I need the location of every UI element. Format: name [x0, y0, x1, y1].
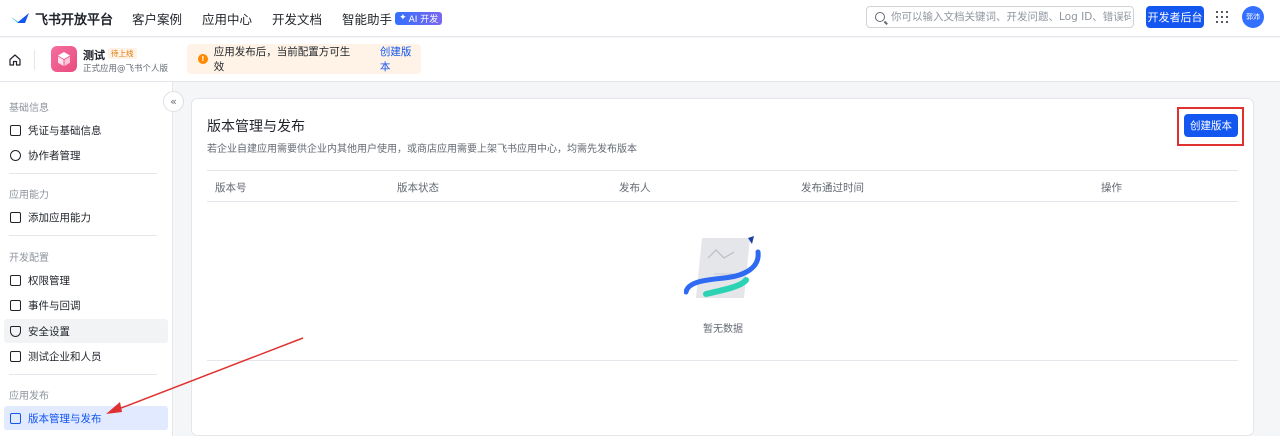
ai-badge-label: AI 开发 — [408, 14, 439, 25]
publish-notice: ! 应用发布后，当前配置方可生效 创建版本 — [187, 44, 421, 74]
divider — [9, 374, 157, 375]
table-bottom-border — [207, 360, 1238, 361]
nav-link-ai-assistant[interactable]: 智能助手 ✦ AI 开发 — [342, 9, 443, 28]
empty-state-icon — [684, 236, 761, 298]
code-icon — [10, 350, 21, 362]
sidebar-item-label: 版本管理与发布 — [28, 412, 102, 425]
brand-name: 飞书开放平台 — [35, 12, 114, 28]
app-subtitle: 正式应用@飞书个人版 — [83, 64, 169, 74]
grid-plus-icon — [10, 211, 21, 223]
sidebar-item-version-management[interactable]: 版本管理与发布 — [4, 406, 168, 430]
collapse-sidebar-button[interactable]: « — [163, 91, 184, 112]
doc-search[interactable] — [866, 6, 1134, 28]
developer-console-button[interactable]: 开发者后台 — [1146, 6, 1204, 28]
column-approved-time: 发布通过时间 — [801, 182, 864, 194]
search-input[interactable] — [891, 11, 1131, 23]
divider — [9, 235, 157, 236]
double-chevron-left-icon: « — [170, 95, 177, 108]
sidebar-group-app-capabilities: 应用能力 — [9, 190, 49, 201]
user-add-icon — [10, 149, 21, 161]
cube-icon — [58, 52, 70, 66]
divider — [9, 173, 157, 174]
column-actions: 操作 — [1101, 182, 1122, 194]
sidebar-item-permissions[interactable]: 权限管理 — [4, 268, 168, 292]
sidebar-group-dev-config: 开发配置 — [9, 253, 49, 264]
upload-icon — [10, 412, 21, 424]
sidebar-item-add-capability[interactable]: 添加应用能力 — [4, 205, 168, 229]
sidebar-group-publish: 应用发布 — [9, 391, 49, 402]
sidebar-item-label: 测试企业和人员 — [28, 350, 102, 363]
sidebar-item-collaborators[interactable]: 协作者管理 — [4, 143, 168, 167]
sidebar-item-label: 凭证与基础信息 — [28, 124, 102, 137]
app-icon — [51, 46, 77, 72]
create-version-button[interactable]: 创建版本 — [1184, 114, 1238, 137]
column-version: 版本号 — [215, 182, 247, 194]
lock-icon — [10, 274, 21, 286]
nav-link-dev-docs[interactable]: 开发文档 — [272, 9, 322, 28]
sidebar-item-events-callbacks[interactable]: 事件与回调 — [4, 293, 168, 317]
sidebar-item-label: 添加应用能力 — [28, 211, 91, 224]
nav-link-ai-assistant-label: 智能助手 — [342, 11, 393, 27]
app-header: 测试 待上线 正式应用@飞书个人版 ! 应用发布后，当前配置方可生效 创建版本 — [0, 38, 1280, 82]
sidebar-item-test-users[interactable]: 测试企业和人员 — [4, 344, 168, 368]
column-status: 版本状态 — [397, 182, 439, 194]
sidebar-group-basic-info: 基础信息 — [9, 103, 49, 114]
app-status-badge: 待上线 — [108, 48, 137, 59]
user-avatar[interactable]: 郭沛 — [1242, 6, 1264, 28]
sparkle-icon: ✦ — [399, 13, 407, 23]
table-header: 版本号 版本状态 发布人 发布通过时间 操作 — [207, 170, 1238, 202]
notice-create-version-link[interactable]: 创建版本 — [380, 44, 421, 74]
divider — [34, 50, 35, 70]
sidebar-item-label: 安全设置 — [28, 325, 70, 338]
feishu-logo-icon — [11, 13, 29, 23]
sidebar-item-credentials[interactable]: 凭证与基础信息 — [4, 118, 168, 142]
sidebar-item-security[interactable]: 安全设置 — [4, 319, 168, 343]
sidebar-item-label: 事件与回调 — [28, 299, 81, 312]
sidebar-item-label: 协作者管理 — [28, 149, 81, 162]
page-description: 若企业自建应用需要供企业内其他用户使用，或商店应用需要上架飞书应用中心，均需先发… — [207, 144, 637, 155]
search-icon — [875, 12, 885, 22]
shield-icon — [10, 325, 21, 337]
empty-state-text: 暂无数据 — [703, 324, 743, 335]
credential-icon — [10, 124, 21, 136]
sidebar-item-label: 权限管理 — [28, 274, 70, 287]
sidebar: 基础信息 凭证与基础信息 协作者管理 应用能力 添加应用能力 开发配置 权限管理… — [0, 82, 173, 436]
page-title: 版本管理与发布 — [207, 119, 305, 135]
notice-text: 应用发布后，当前配置方可生效 — [213, 46, 351, 73]
app-grid-icon[interactable] — [1216, 11, 1228, 23]
version-card: 版本管理与发布 若企业自建应用需要供企业内其他用户使用，或商店应用需要上架飞书应… — [191, 98, 1254, 436]
warning-icon: ! — [198, 54, 208, 64]
home-icon[interactable] — [9, 54, 21, 66]
nav-link-customer-cases[interactable]: 客户案例 — [132, 9, 182, 28]
top-navigation: 飞书开放平台 客户案例 应用中心 开发文档 智能助手 ✦AI 开发 开发者后台 … — [0, 0, 1280, 37]
column-publisher: 发布人 — [619, 182, 651, 194]
brand[interactable]: 飞书开放平台 — [10, 9, 132, 28]
nav-link-app-center[interactable]: 应用中心 — [202, 9, 252, 28]
app-name: 测试 — [83, 49, 105, 62]
ai-badge: ✦ AI 开发 — [395, 11, 443, 25]
event-icon — [10, 299, 21, 311]
